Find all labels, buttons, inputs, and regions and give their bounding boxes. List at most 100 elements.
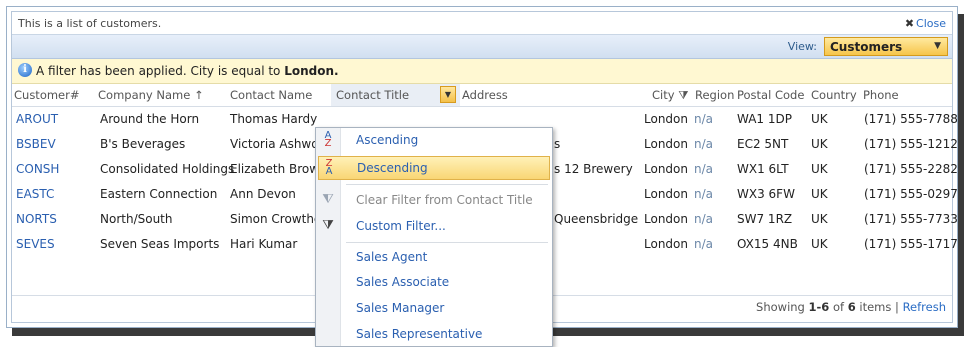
- column-menu-dropdown-icon[interactable]: ▼: [440, 86, 456, 103]
- cell-company: Around the Horn: [100, 112, 200, 126]
- menu-label-descending: Descending: [357, 161, 428, 175]
- cell-address: Queensbridge: [554, 212, 639, 226]
- filter-value: London.: [284, 64, 339, 78]
- paging-items: items: [859, 300, 892, 314]
- col-header-contact[interactable]: Contact Name: [230, 88, 312, 102]
- cell-postal: OX15 4NB: [737, 237, 798, 251]
- cell-contact: Elizabeth Brown: [230, 162, 327, 176]
- menu-label-value: Sales Agent: [356, 250, 428, 264]
- cell-phone: (171) 555-0297: [864, 187, 958, 201]
- filter-funnel-icon: ⧩: [678, 88, 689, 102]
- col-header-address[interactable]: Address: [462, 88, 508, 102]
- col-header-city[interactable]: City ⧩: [652, 88, 688, 103]
- menu-item-value[interactable]: Sales Manager: [316, 296, 552, 320]
- col-header-city-label: City: [652, 88, 675, 102]
- clear-filter-icon: ⧨: [322, 192, 334, 207]
- menu-label-clear-filter: Clear Filter from Contact Title: [356, 193, 533, 207]
- menu-label-value: Sales Associate: [356, 275, 450, 289]
- filter-message: A filter has been applied. City is equal…: [36, 64, 339, 78]
- cell-phone: (171) 555-2282: [864, 162, 958, 176]
- grid-description: This is a list of customers.: [18, 17, 162, 30]
- cell-city: London: [644, 187, 688, 201]
- col-header-phone[interactable]: Phone: [863, 88, 899, 102]
- menu-item-value[interactable]: Sales Representative: [316, 322, 552, 346]
- cell-phone: (171) 555-7733: [864, 212, 958, 226]
- menu-separator: [346, 184, 548, 185]
- cell-company: North/South: [100, 212, 173, 226]
- menu-item-value[interactable]: Sales Agent: [316, 245, 552, 269]
- cell-contact: Simon Crowther: [230, 212, 327, 226]
- cell-country: UK: [811, 212, 828, 226]
- view-label: View:: [787, 40, 817, 53]
- cell-region: n/a: [694, 137, 714, 151]
- menu-label-ascending: Ascending: [356, 133, 419, 147]
- cell-contact: Hari Kumar: [230, 237, 298, 251]
- paging-of: of: [832, 300, 845, 314]
- cell-region: n/a: [694, 187, 714, 201]
- menu-label-value: Sales Representative: [356, 327, 483, 341]
- paging-range: 1-6: [808, 300, 830, 314]
- refresh-link[interactable]: Refresh: [903, 300, 946, 314]
- sort-za-icon: ZA: [325, 158, 333, 177]
- cell-postal: EC2 5NT: [737, 137, 789, 151]
- info-icon: i: [18, 63, 32, 77]
- menu-item-custom-filter[interactable]: ⧩ Custom Filter...: [316, 214, 552, 238]
- cell-city: London: [644, 112, 688, 126]
- close-button[interactable]: ✖ Close: [905, 17, 946, 30]
- cell-country: UK: [811, 187, 828, 201]
- view-selected-value: Customers: [830, 40, 903, 54]
- title-bar: This is a list of customers. ✖ Close: [12, 12, 952, 35]
- sort-az-icon: AZ: [324, 130, 332, 149]
- menu-item-value[interactable]: Sales Associate: [316, 270, 552, 294]
- cell-city: London: [644, 237, 688, 251]
- chevron-down-icon: ▼: [934, 41, 941, 51]
- close-icon: ✖: [904, 17, 915, 30]
- cell-postal: WX1 6LT: [737, 162, 789, 176]
- menu-item-sort-descending[interactable]: ZA Descending: [318, 156, 550, 180]
- cell-postal: SW7 1RZ: [737, 212, 793, 226]
- cell-customer-id[interactable]: SEVES: [16, 237, 55, 251]
- cell-country: UK: [811, 162, 828, 176]
- paging-info: Showing 1-6 of 6 items | Refresh: [756, 300, 946, 314]
- filter-operator: is equal to: [217, 64, 281, 78]
- cell-country: UK: [811, 112, 828, 126]
- menu-item-sort-ascending[interactable]: AZ Ascending: [316, 128, 552, 152]
- cell-customer-id[interactable]: AROUT: [16, 112, 58, 126]
- col-header-country[interactable]: Country: [811, 88, 857, 102]
- paging-separator: |: [895, 300, 899, 314]
- menu-separator: [346, 242, 548, 243]
- cell-region: n/a: [694, 237, 714, 251]
- paging-showing: Showing: [756, 300, 805, 314]
- col-header-region[interactable]: Region: [695, 88, 734, 102]
- col-header-postal[interactable]: Postal Code: [737, 88, 804, 102]
- cell-company: Eastern Connection: [100, 187, 218, 201]
- menu-item-clear-filter[interactable]: ⧨ Clear Filter from Contact Title: [316, 188, 552, 212]
- cell-customer-id[interactable]: EASTC: [16, 187, 54, 201]
- cell-city: London: [644, 162, 688, 176]
- col-header-title[interactable]: Contact Title: [336, 88, 409, 102]
- column-context-menu: AZ Ascending ZA Descending ⧨ Clear Filte…: [315, 127, 553, 347]
- col-header-company-label: Company Name: [98, 88, 191, 102]
- close-label: Close: [916, 17, 946, 30]
- sort-ascending-icon: ↑: [193, 88, 204, 102]
- cell-phone: (171) 555-1212: [864, 137, 958, 151]
- cell-company: B's Beverages: [100, 137, 186, 151]
- cell-customer-id[interactable]: CONSH: [16, 162, 59, 176]
- filter-info-bar: i A filter has been applied. City is equ…: [12, 59, 952, 84]
- cell-address: s 12 Brewery: [554, 162, 633, 176]
- menu-label-custom-filter: Custom Filter...: [356, 219, 446, 233]
- cell-region: n/a: [694, 212, 714, 226]
- cell-company: Consolidated Holdings: [100, 162, 235, 176]
- col-header-company[interactable]: Company Name ↑: [98, 88, 204, 102]
- cell-city: London: [644, 212, 688, 226]
- view-select[interactable]: Customers ▼: [824, 37, 948, 56]
- grid-header: Customer# Company Name ↑ Contact Name Co…: [12, 84, 952, 107]
- cell-country: UK: [811, 237, 828, 251]
- cell-country: UK: [811, 137, 828, 151]
- filter-field: City: [190, 64, 215, 78]
- col-header-customer[interactable]: Customer#: [14, 88, 80, 102]
- cell-company: Seven Seas Imports: [100, 237, 220, 251]
- cell-customer-id[interactable]: NORTS: [16, 212, 57, 226]
- cell-customer-id[interactable]: BSBEV: [16, 137, 56, 151]
- cell-contact: Thomas Hardy: [230, 112, 318, 126]
